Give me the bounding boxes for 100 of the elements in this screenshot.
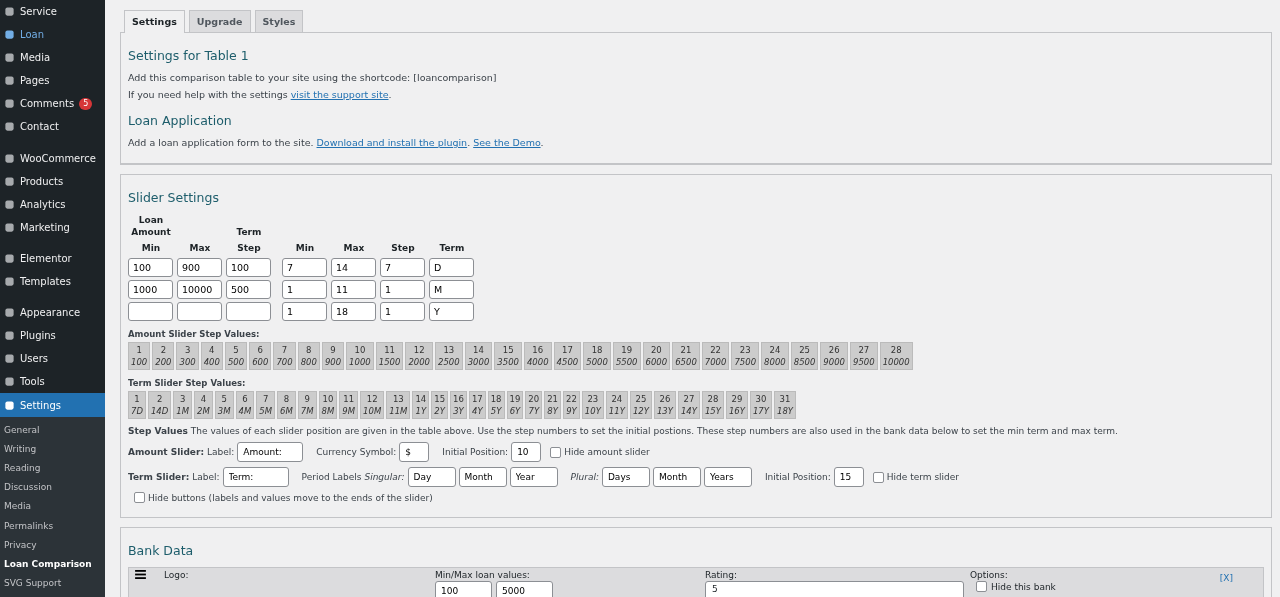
input-field[interactable]: 5000 (496, 581, 553, 597)
step-value-cell: 8 6M (277, 391, 296, 419)
demo-link[interactable]: See the Demo (473, 137, 541, 148)
column-heading: Max (188, 243, 212, 255)
step-value-cell: 19 5500 (612, 342, 641, 370)
sidebar-item[interactable]: Plugins (0, 324, 105, 348)
step-value-cell: 6 4M (235, 391, 255, 419)
sidebar-item[interactable]: Templates (0, 269, 105, 293)
input-field[interactable]: 1 (282, 280, 327, 299)
step-value-cell: 15 2Y (431, 391, 449, 419)
checkbox[interactable] (976, 581, 987, 592)
sidebar-item[interactable]: Loan (0, 23, 105, 47)
input-field[interactable]: Years (703, 467, 752, 487)
input-field[interactable]: Year (509, 467, 558, 487)
shortcode-text: Add this comparison table to your site using the shortcode: [loancomparison] (128, 72, 498, 83)
sidebar-item[interactable]: Service (0, 0, 105, 24)
sidebar-item[interactable]: Comments 5 (0, 92, 105, 116)
sidebar-item[interactable]: Products (0, 169, 105, 193)
input-field[interactable]: 1 (380, 280, 425, 299)
sidebar-item[interactable]: Appearance (0, 300, 105, 324)
step-value-cell: 27 9500 (850, 342, 878, 370)
step-value-cell: 24 8000 (761, 342, 789, 370)
field-label: Options: (970, 570, 1009, 580)
menu-icon[interactable] (135, 570, 146, 579)
tab[interactable]: Settings (124, 10, 185, 33)
tab[interactable]: Upgrade (188, 10, 251, 32)
input-field[interactable]: Month (458, 467, 507, 487)
step-values-label: Term Slider Step Values: (128, 378, 247, 388)
input-field[interactable]: 900 (177, 258, 222, 277)
remove-link[interactable]: [X] (1219, 573, 1233, 583)
input-field[interactable]: 500 (226, 280, 271, 299)
input-field[interactable] (226, 302, 271, 321)
input-field[interactable]: Month (652, 467, 701, 487)
section-title: Loan Application (128, 113, 233, 128)
step-value-cell: 10 8M (318, 391, 338, 419)
input-field[interactable]: 10 (511, 442, 542, 462)
sidebar-item[interactable]: Contact (0, 115, 105, 139)
sidebar-item[interactable]: Tools (0, 370, 105, 394)
input-field[interactable] (128, 302, 173, 321)
submenu-item[interactable]: Writing (0, 440, 105, 460)
submenu-item[interactable]: Reading (0, 459, 105, 479)
section-title: Bank Data (128, 543, 195, 558)
step-value-cell: 24 11Y (605, 391, 628, 419)
sidebar-item[interactable]: Analytics (0, 192, 105, 216)
submenu-item[interactable]: SVG Support (0, 573, 105, 593)
input-field[interactable]: Amount: (237, 442, 304, 462)
input-field[interactable]: 18 (331, 302, 376, 321)
input-field[interactable]: Day (407, 467, 456, 487)
step-value-cell: 31 18Y (773, 391, 796, 419)
step-value-cell: 11 1500 (375, 342, 404, 370)
input-field[interactable]: 100 (226, 258, 271, 277)
input-field[interactable]: 1 (282, 302, 327, 321)
rating-select[interactable]: 5 (705, 581, 964, 597)
input-field[interactable]: 10000 (177, 280, 222, 299)
sidebar-item[interactable]: Marketing (0, 215, 105, 239)
checkbox[interactable] (550, 446, 562, 458)
input-field[interactable]: Term: (222, 467, 289, 487)
step-value-cell: 6 600 (249, 342, 272, 370)
sidebar-item[interactable]: Elementor (0, 246, 105, 270)
input-field[interactable]: Y (429, 302, 474, 321)
input-field[interactable]: 15 (833, 467, 864, 487)
submenu-item[interactable]: Media (0, 497, 105, 517)
submenu-item[interactable]: General (0, 421, 105, 441)
submenu-item[interactable]: Loan Comparison (0, 554, 105, 574)
application-text: Add a loan application form to the site. Download and install the plugin. See the Demo. (128, 137, 545, 148)
input-field[interactable]: 1 (380, 302, 425, 321)
checkbox[interactable] (872, 471, 884, 483)
step-value-cell: 1 100 (128, 342, 151, 370)
input-field[interactable]: 14 (331, 258, 376, 277)
input-field[interactable]: Days (601, 467, 650, 487)
tab[interactable]: Styles (254, 10, 304, 32)
input-field[interactable]: 11 (331, 280, 376, 299)
sidebar-item[interactable]: Pages (0, 69, 105, 93)
input-field[interactable]: $ (399, 442, 430, 462)
input-field[interactable]: 7 (282, 258, 327, 277)
input-field[interactable]: M (429, 280, 474, 299)
input-field[interactable]: 1000 (128, 280, 173, 299)
input-field[interactable]: D (429, 258, 474, 277)
sidebar-item[interactable]: WooCommerce (0, 146, 105, 170)
column-heading: Min (140, 243, 162, 255)
step-value-cell: 3 1M (173, 391, 193, 419)
submenu-item[interactable]: Permalinks (0, 516, 105, 536)
sidebar-item[interactable]: Settings (0, 393, 105, 418)
step-value-cell: 4 400 (200, 342, 223, 370)
help-text: If you need help with the settings visit the support site. (128, 89, 393, 100)
step-value-cell: 19 6Y (506, 391, 524, 419)
sidebar-item[interactable]: Users (0, 347, 105, 371)
submenu-item[interactable]: Privacy (0, 535, 105, 555)
input-field[interactable]: 7 (380, 258, 425, 277)
input-field[interactable] (177, 302, 222, 321)
sidebar-item[interactable]: Media (0, 46, 105, 70)
field-label: Amount Slider: (128, 447, 204, 457)
input-field[interactable]: 100 (128, 258, 173, 277)
input-field[interactable]: 100 (435, 581, 492, 597)
checkbox[interactable] (134, 492, 145, 503)
step-value-cell: 28 10000 (879, 342, 913, 370)
support-link[interactable]: visit the support site (290, 89, 389, 100)
count-badge: 5 (79, 97, 93, 110)
step-value-cell: 8 800 (297, 342, 320, 370)
submenu-item[interactable]: Discussion (0, 478, 105, 498)
